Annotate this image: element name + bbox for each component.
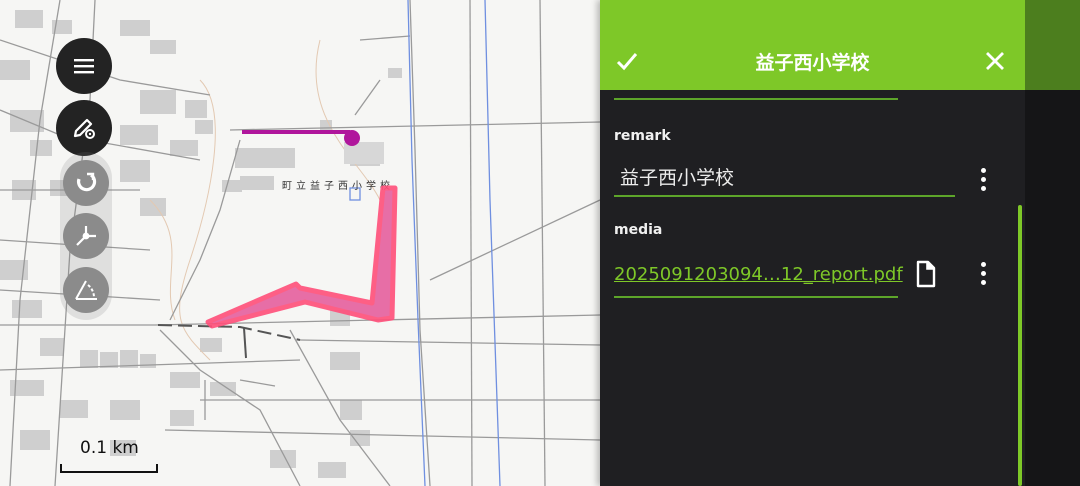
- menu-button[interactable]: [56, 38, 112, 94]
- media-more-button[interactable]: [971, 258, 995, 288]
- confirm-button[interactable]: [612, 46, 642, 76]
- previous-field-underline: [614, 98, 898, 100]
- line-feature-vertex[interactable]: [344, 130, 360, 146]
- angle-measure-icon: [75, 280, 97, 300]
- remark-underline: [614, 195, 955, 197]
- polygon-feature[interactable]: [205, 185, 398, 329]
- open-file-button[interactable]: [914, 260, 938, 288]
- file-icon: [916, 260, 936, 288]
- map-scale-bar: 0.1 km: [60, 438, 158, 474]
- angle-measure-tool-button[interactable]: [63, 267, 109, 313]
- media-label: media: [614, 222, 663, 238]
- remark-more-button[interactable]: [971, 164, 995, 194]
- remark-label: remark: [614, 128, 671, 144]
- close-button[interactable]: [980, 46, 1010, 76]
- panel-header: 益子西小学校: [600, 0, 1025, 90]
- media-file-link[interactable]: 2025091203094…12_report.pdf: [614, 264, 903, 285]
- hamburger-menu-icon: [74, 59, 94, 74]
- more-vert-icon: [980, 261, 986, 267]
- check-icon: [616, 53, 638, 71]
- panel-title: 益子西小学校: [755, 52, 870, 74]
- magnet-snap-icon: [76, 172, 97, 192]
- panel-scrollbar[interactable]: [1018, 205, 1022, 486]
- scale-bar-line: [60, 464, 158, 473]
- media-underline: [614, 296, 898, 298]
- feature-form-panel: 益子西小学校 remark 益子西小学校 media 2025091203094…: [600, 0, 1025, 486]
- side-margin-header: [1025, 0, 1080, 90]
- edit-geometry-icon: [73, 118, 95, 139]
- digitizing-tool-rail: [60, 152, 112, 320]
- remark-input[interactable]: 益子西小学校: [620, 163, 734, 190]
- close-icon: [986, 52, 1004, 70]
- scale-label: 0.1 km: [80, 438, 139, 458]
- edit-geometry-button[interactable]: [56, 100, 112, 156]
- vertex-tool-icon: [76, 226, 96, 246]
- more-vert-icon: [980, 167, 986, 173]
- vertex-tool-button[interactable]: [63, 213, 109, 259]
- map-view[interactable]: 町立益子西小学校 0.1 km: [0, 0, 600, 486]
- snap-tool-button[interactable]: [63, 160, 109, 206]
